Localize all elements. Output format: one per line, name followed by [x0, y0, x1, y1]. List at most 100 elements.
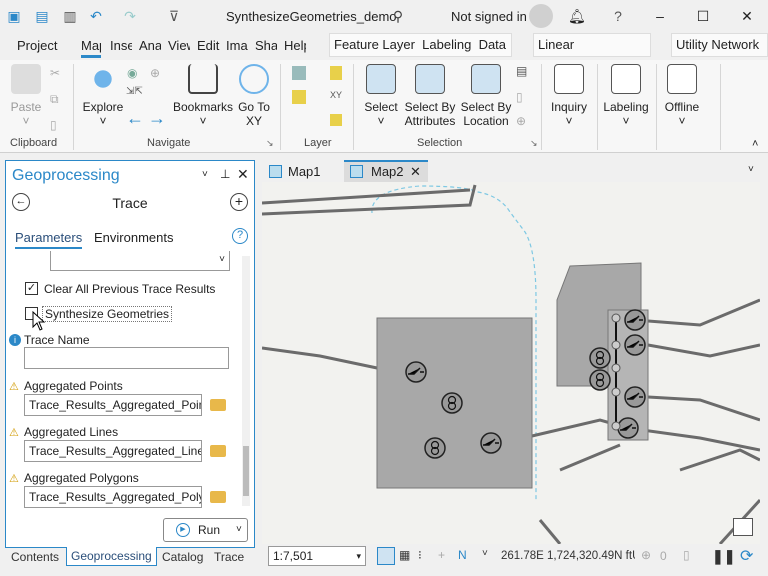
close-button[interactable]: ✕ [739, 8, 755, 24]
new-project-icon[interactable]: ▣ [6, 8, 22, 24]
tab-geoprocessing[interactable]: Geoprocessing [66, 547, 157, 566]
tab-utility-network[interactable]: Utility Network [671, 33, 768, 57]
tab-edit[interactable]: Edit [197, 38, 219, 53]
select-by-location-button[interactable]: Select By Location [460, 64, 512, 128]
tab-project[interactable]: Project [17, 38, 57, 53]
open-project-icon[interactable]: ▤ [34, 8, 50, 24]
copy-icon[interactable]: ⧉ [50, 92, 59, 107]
cut-icon[interactable]: ✂ [50, 66, 60, 80]
tab-map[interactable]: Map [81, 38, 101, 58]
add-data-icon[interactable] [292, 90, 306, 104]
save-icon[interactable]: ▥ [62, 8, 78, 24]
map-tab-map2[interactable]: Map2 ✕ [344, 160, 428, 182]
close-tab-icon[interactable]: ✕ [410, 162, 421, 182]
collapse-ribbon-icon[interactable]: ˄ [752, 138, 758, 150]
selection-launcher-icon[interactable]: ↘ [530, 138, 538, 149]
grid-icon[interactable]: ▦ [399, 548, 410, 562]
maximize-button[interactable]: ☐ [695, 8, 711, 24]
inquiry-button[interactable]: Inquiry ˅ [546, 64, 592, 128]
trace-name-input[interactable] [24, 347, 229, 369]
help-icon[interactable]: ? [232, 228, 248, 244]
pane-menu-icon[interactable]: ˅ [202, 169, 208, 180]
refresh-icon[interactable]: ⟳ [740, 546, 753, 566]
chevron-down-icon[interactable]: ˅ [482, 548, 488, 559]
guides-icon[interactable]: + [438, 548, 445, 562]
trace-config-dropdown[interactable]: ˅ [50, 251, 230, 271]
scrollbar[interactable] [242, 256, 250, 506]
north-arrow-icon[interactable]: N [458, 548, 467, 562]
map-tab-map1[interactable]: Map1 [266, 161, 340, 182]
agg-polygons-input[interactable]: Trace_Results_Aggregated_Polygons [24, 486, 202, 508]
tab-data[interactable]: Data [479, 37, 506, 52]
scale-dropdown[interactable]: 1:7,501 ▾ [268, 546, 366, 566]
run-button[interactable]: ▶ Run ˅ [163, 518, 248, 542]
add-preset-icon[interactable] [330, 66, 342, 80]
sign-in-status[interactable]: Not signed in [451, 9, 527, 24]
tab-contents[interactable]: Contents [11, 550, 59, 564]
refresh-selection-icon[interactable]: ▯ [683, 548, 690, 562]
zoom-selected-icon[interactable]: ⊕ [150, 66, 160, 80]
navigate-launcher-icon[interactable]: ↘ [266, 138, 274, 149]
undo-icon[interactable]: ↶ [88, 8, 104, 24]
help-icon[interactable]: ? [610, 8, 626, 24]
map-view[interactable] [262, 182, 760, 544]
search-icon[interactable]: ⚲ [390, 8, 406, 24]
labeling-button[interactable]: Labeling ˅ [600, 64, 652, 128]
tab-trace[interactable]: Trace [214, 550, 244, 564]
bookmarks-button[interactable]: Bookmarks ˅ [172, 64, 234, 128]
agg-lines-input[interactable]: Trace_Results_Aggregated_Lines [24, 440, 202, 462]
overview-icon[interactable] [733, 518, 753, 536]
tab-view[interactable]: View [168, 38, 190, 53]
add-icon[interactable]: + [230, 193, 248, 211]
folder-icon[interactable] [210, 445, 226, 457]
folder-icon[interactable] [210, 491, 226, 503]
minimize-button[interactable]: – [652, 8, 668, 24]
xy-table-icon[interactable]: XY [330, 90, 342, 100]
fixed-zoom-icon[interactable]: ⇲⇱ [126, 86, 143, 97]
copy-path-icon[interactable]: ▯ [50, 118, 57, 132]
tab-help[interactable]: Help [284, 38, 306, 53]
folder-icon[interactable] [210, 399, 226, 411]
tab-analysis[interactable]: Analysis [139, 38, 161, 53]
map-icon [350, 165, 363, 178]
basemap-icon[interactable] [292, 66, 306, 80]
selected-features-icon[interactable]: ⊕ [641, 548, 651, 562]
select-button[interactable]: Select ˅ [362, 64, 400, 128]
select-by-attributes-button[interactable]: Select By Attributes [402, 64, 458, 128]
clear-all-checkbox[interactable]: ✓ [25, 282, 38, 295]
scrollbar-thumb[interactable] [243, 446, 249, 496]
avatar[interactable] [529, 4, 553, 28]
customize-icon[interactable]: ⊽ [166, 8, 182, 24]
explore-button[interactable]: Explore ˅ [82, 64, 124, 128]
zoom-to-selection-icon[interactable]: ⊕ [516, 114, 526, 128]
attribute-table-icon[interactable] [330, 114, 342, 126]
pane-close-icon[interactable]: ✕ [237, 166, 249, 183]
bell-icon[interactable]: 🔔︎ [568, 8, 586, 24]
pin-icon[interactable]: ⊥ [220, 167, 230, 181]
go-to-xy-button[interactable]: Go To XY [236, 64, 272, 128]
tab-share[interactable]: Share [255, 38, 277, 53]
full-extent-icon[interactable]: ◉ [127, 66, 137, 80]
previous-extent-icon[interactable]: ← [126, 108, 144, 129]
clear-selection-icon[interactable]: ▯ [516, 90, 523, 104]
next-extent-icon[interactable]: → [148, 108, 166, 129]
attributes-icon[interactable]: ▤ [516, 64, 527, 78]
redo-icon[interactable]: ↷ [122, 8, 138, 24]
map-tabs-menu-icon[interactable]: ˅ [748, 164, 754, 175]
offline-button[interactable]: Offline ˅ [660, 64, 704, 128]
agg-points-input[interactable]: Trace_Results_Aggregated_Points [24, 394, 202, 416]
constraints-icon[interactable]: ⁝ [418, 548, 422, 562]
paste-button[interactable]: Paste ˅ [6, 64, 46, 128]
tab-feature-layer[interactable]: Feature Layer [334, 37, 415, 52]
tab-insert[interactable]: Insert [110, 38, 132, 53]
tab-labeling[interactable]: Labeling [422, 37, 471, 52]
tab-environments[interactable]: Environments [94, 230, 173, 245]
pause-icon[interactable]: ❚❚ [712, 548, 735, 565]
bookmarks-icon [188, 64, 218, 94]
tab-imagery[interactable]: Imagery [226, 38, 248, 53]
tab-parameters[interactable]: Parameters [15, 230, 83, 249]
snapping-icon[interactable] [377, 547, 395, 565]
explore-icon [88, 64, 118, 94]
tab-linear-referencing[interactable]: Linear Referencing [533, 33, 651, 74]
tab-catalog[interactable]: Catalog [162, 550, 203, 564]
